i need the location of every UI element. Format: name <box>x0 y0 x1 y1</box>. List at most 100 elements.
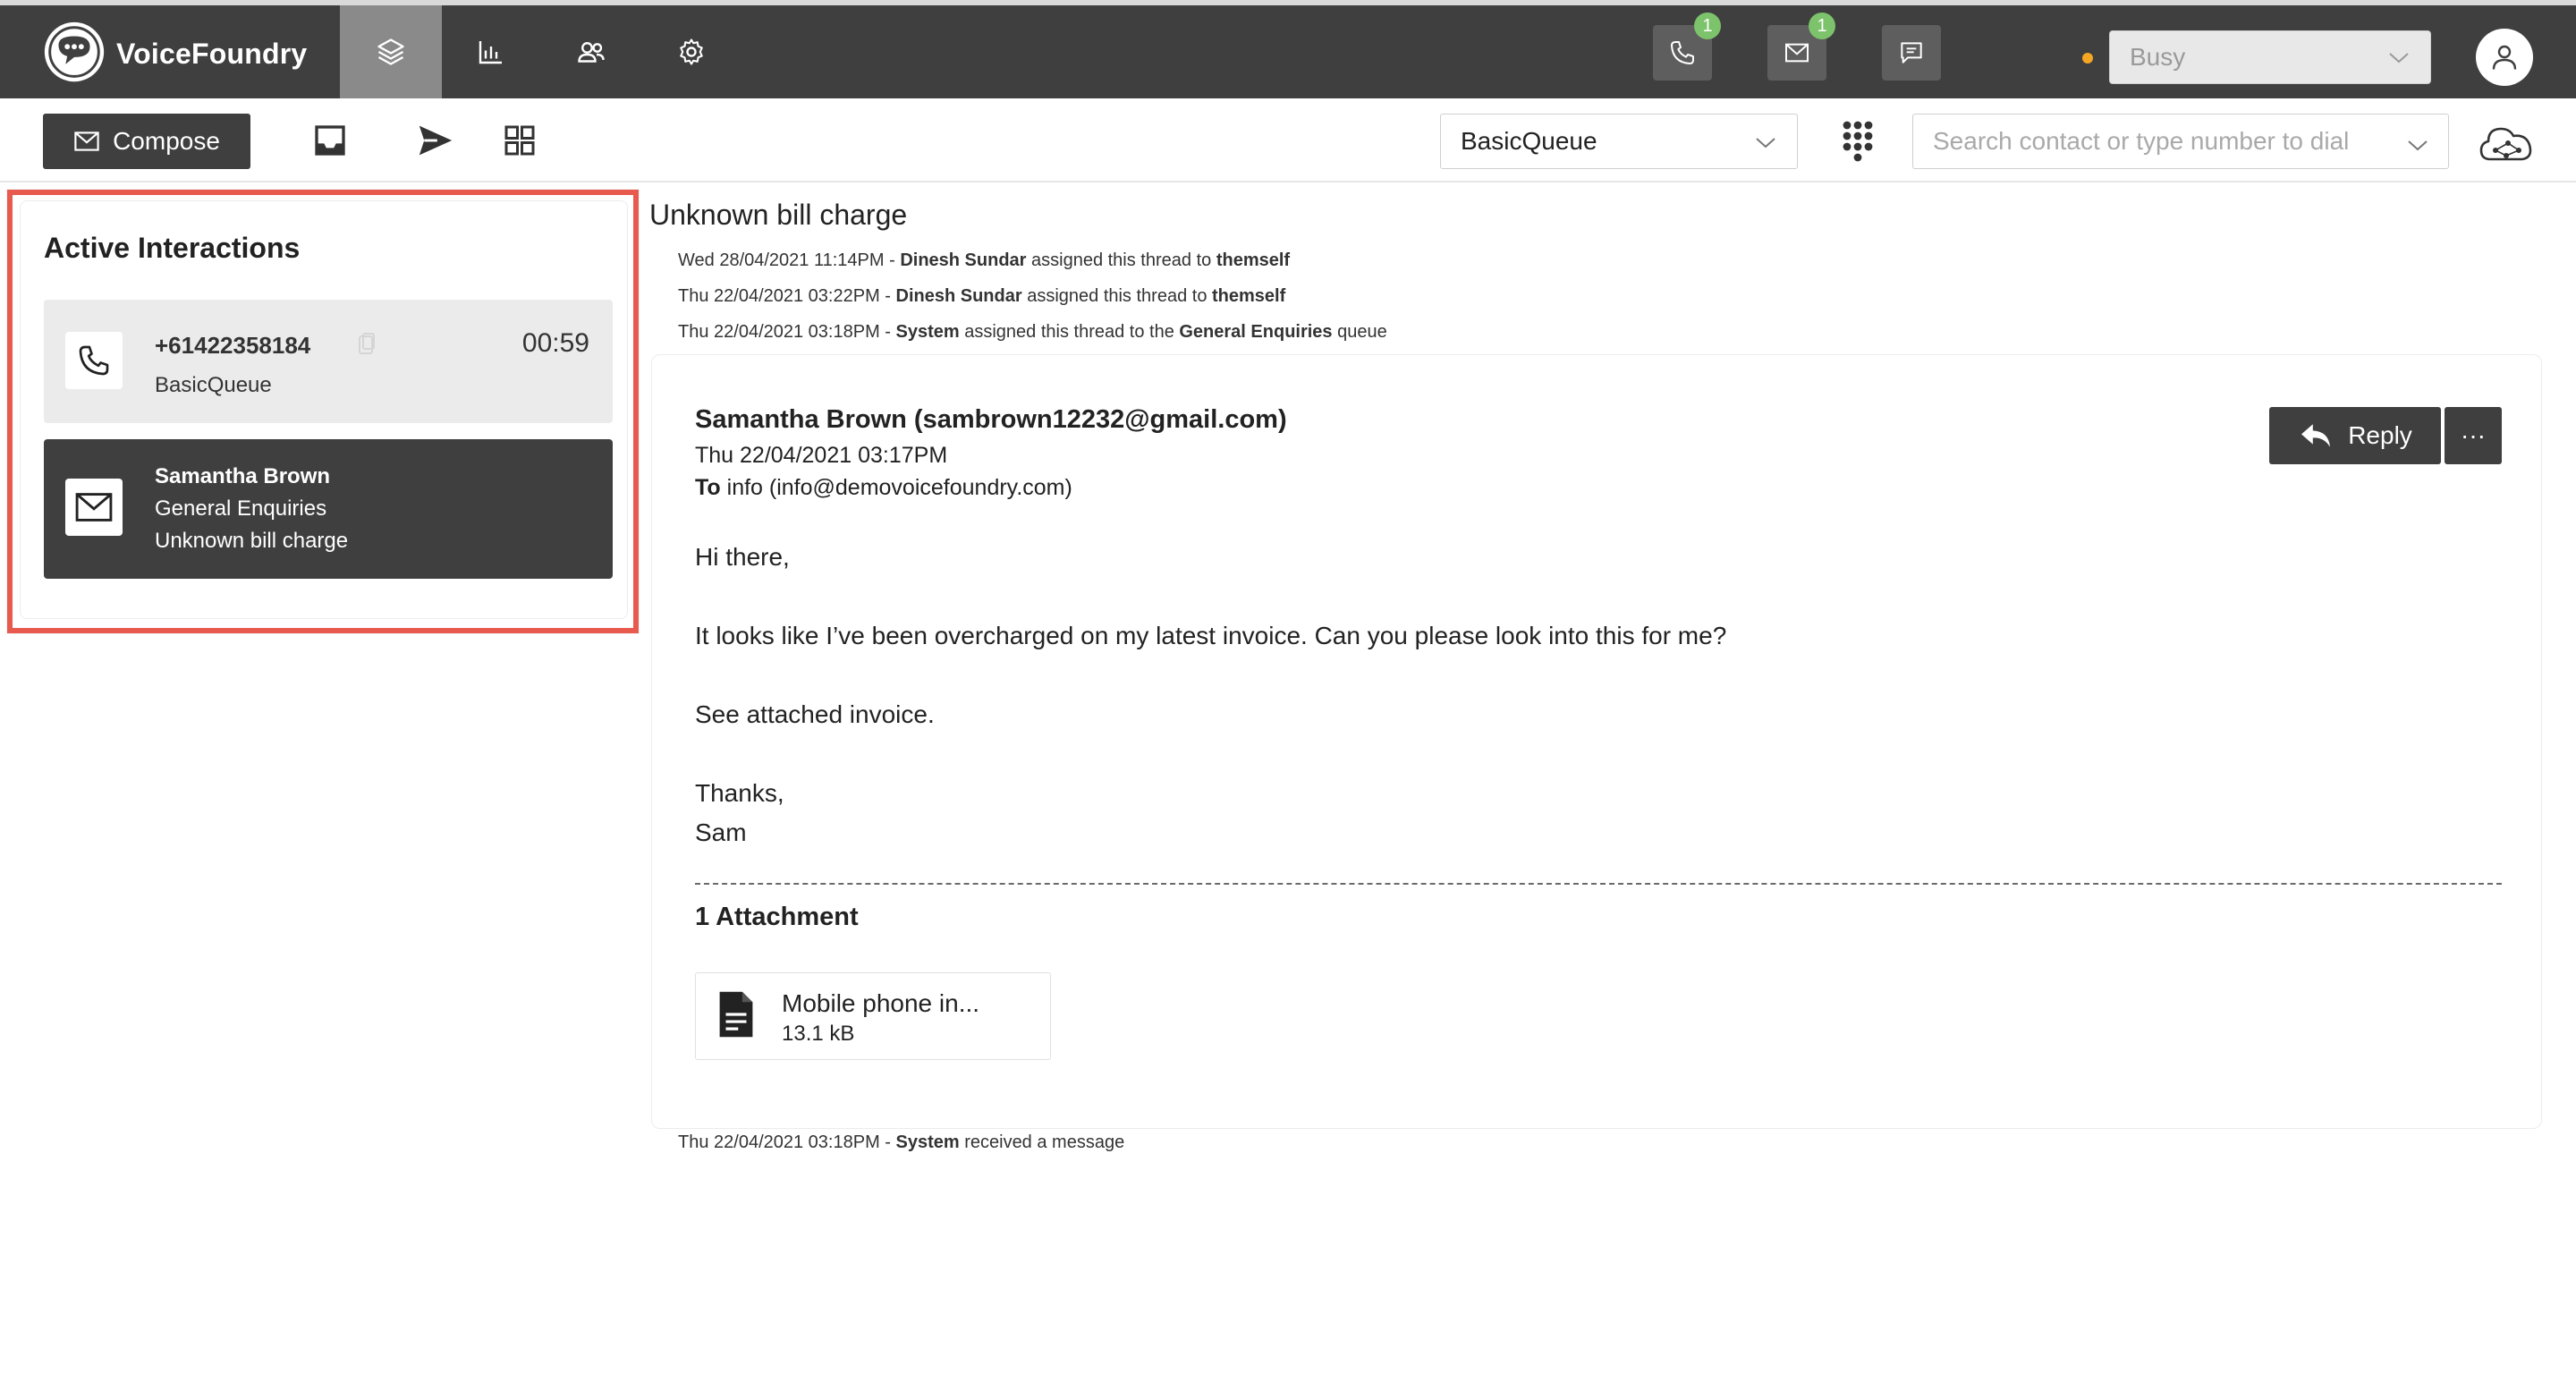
chart-icon <box>479 41 502 64</box>
log-time: Thu 22/04/2021 03:22PM - <box>678 286 896 306</box>
log-action: assigned this thread to the <box>959 322 1180 342</box>
attachments-title: 1 Attachment <box>695 903 859 931</box>
people-icon <box>578 42 605 63</box>
email-count-badge: 1 <box>1809 13 1835 39</box>
cloud-network-icon[interactable] <box>2478 120 2535 168</box>
app-name: VoiceFoundry <box>116 37 308 70</box>
chevron-down-icon[interactable] <box>2406 135 2429 155</box>
attachment-size: 13.1 kB <box>782 1022 855 1046</box>
workspace-toolbar: Compose BasicQueue <box>0 98 2576 182</box>
nav-reports[interactable] <box>440 5 542 98</box>
reply-button[interactable]: Reply <box>2269 407 2441 464</box>
call-timer: 00:59 <box>521 328 589 358</box>
copy-icon[interactable] <box>357 332 377 357</box>
chat-queue-button[interactable] <box>1882 25 1941 81</box>
agent-status-value: Busy <box>2130 43 2186 71</box>
message-greeting: Hi there, <box>695 543 790 571</box>
log-target: General Enquiries <box>1179 322 1333 342</box>
nav-settings[interactable] <box>640 5 742 98</box>
call-queue-name: BasicQueue <box>155 373 272 397</box>
sent-button[interactable] <box>413 118 458 163</box>
more-icon: ··· <box>2461 421 2486 449</box>
log-action: assigned this thread to <box>1021 286 1212 306</box>
chat-icon <box>1901 42 1922 64</box>
user-avatar[interactable] <box>2476 29 2533 86</box>
inbox-icon <box>315 125 345 156</box>
phone-icon <box>1671 41 1694 64</box>
log-time: Thu 22/04/2021 03:18PM - <box>678 322 896 342</box>
thread-title: Unknown bill charge <box>649 199 908 231</box>
chevron-down-icon <box>1756 138 1775 148</box>
mail-icon <box>74 131 99 151</box>
message-to: To info (info@demovoicefoundry.com) <box>695 475 1072 501</box>
log-action: received a message <box>959 1132 1125 1152</box>
log-actor: Dinesh Sundar <box>900 250 1027 270</box>
layers-icon <box>377 38 404 65</box>
call-icon-tile <box>65 332 123 389</box>
dialpad-icon <box>1843 121 1873 162</box>
email-subject: Unknown bill charge <box>155 529 349 553</box>
log-action: assigned this thread to <box>1026 250 1216 270</box>
message-paragraph: It looks like I’ve been overcharged on m… <box>695 622 1727 649</box>
message-from: Samantha Brown (sambrown12232@gmail.com) <box>695 405 1287 434</box>
reply-label: Reply <box>2348 421 2412 449</box>
compose-button[interactable]: Compose <box>43 114 250 169</box>
email-queue-button[interactable]: 1 <box>1767 13 1835 81</box>
message-date: Thu 22/04/2021 03:17PM <box>695 443 948 468</box>
more-actions-button[interactable]: ··· <box>2445 407 2502 464</box>
active-interactions-card: Active Interactions +61422358184 BasicQu… <box>20 200 628 619</box>
log-actor: Dinesh Sundar <box>895 286 1022 306</box>
thread-log-entry: Thu 22/04/2021 03:18PM - System received… <box>678 1132 1124 1153</box>
log-time: Thu 22/04/2021 03:18PM - <box>678 1132 896 1152</box>
message-paragraph: See attached invoice. <box>695 700 935 728</box>
voicefoundry-logo-icon <box>44 21 105 82</box>
email-icon-tile <box>65 479 123 536</box>
contact-search-input[interactable] <box>1912 114 2449 169</box>
dialpad-button[interactable] <box>1837 116 1878 166</box>
send-icon <box>419 125 453 156</box>
phone-icon <box>79 345 109 376</box>
nav-contacts[interactable] <box>540 5 642 98</box>
mail-icon <box>1785 43 1809 63</box>
email-queue-name: General Enquiries <box>155 496 327 521</box>
user-icon <box>2492 45 2517 70</box>
grid-view-button[interactable] <box>497 118 542 163</box>
reply-icon <box>2301 424 2331 447</box>
thread-log-entry: Wed 28/04/2021 11:14PM - Dinesh Sundar a… <box>678 250 1290 271</box>
queue-select-value: BasicQueue <box>1461 127 1597 155</box>
queue-select[interactable]: BasicQueue <box>1440 114 1798 169</box>
compose-label: Compose <box>113 127 220 155</box>
nav-workspace[interactable] <box>340 5 442 98</box>
email-interaction-item[interactable]: Samantha Brown General Enquiries Unknown… <box>44 439 613 579</box>
chevron-down-icon <box>2389 53 2409 64</box>
attachment-divider <box>695 883 2502 885</box>
grid-icon <box>504 125 535 156</box>
attachment-name: Mobile phone in... <box>782 989 980 1017</box>
gear-icon <box>680 38 703 65</box>
call-phone-number: +61422358184 <box>155 332 311 359</box>
active-interactions-panel: Active Interactions +61422358184 BasicQu… <box>7 190 639 633</box>
phone-queue-button[interactable]: 1 <box>1653 13 1721 81</box>
attachment-item[interactable]: Mobile phone in... 13.1 kB <box>695 972 1051 1060</box>
to-label: To <box>695 475 721 500</box>
log-target: themself <box>1212 286 1286 306</box>
message-signoff: Thanks, <box>695 779 784 807</box>
agent-status-select[interactable]: Busy <box>2109 30 2431 84</box>
thread-log-entry: Thu 22/04/2021 03:22PM - Dinesh Sundar a… <box>678 286 1285 307</box>
document-icon <box>719 991 753 1038</box>
mail-icon <box>75 493 113 522</box>
app-logo[interactable]: VoiceFoundry <box>39 20 307 88</box>
log-actor: System <box>895 1132 960 1152</box>
thread-log-entry: Thu 22/04/2021 03:18PM - System assigned… <box>678 322 1387 343</box>
log-suffix: queue <box>1332 322 1387 342</box>
call-interaction-item[interactable]: +61422358184 BasicQueue 00:59 <box>44 300 613 423</box>
email-sender-name: Samantha Brown <box>155 464 331 488</box>
log-target: themself <box>1216 250 1291 270</box>
log-time: Wed 28/04/2021 11:14PM - <box>678 250 901 270</box>
inbox-button[interactable] <box>308 118 352 163</box>
message-signature: Sam <box>695 818 747 846</box>
email-message-card: Samantha Brown (sambrown12232@gmail.com)… <box>651 354 2542 1129</box>
top-navigation-bar: VoiceFoundry 1 1 Busy <box>0 0 2576 98</box>
phone-count-badge: 1 <box>1694 13 1721 39</box>
panel-title: Active Interactions <box>44 232 301 264</box>
